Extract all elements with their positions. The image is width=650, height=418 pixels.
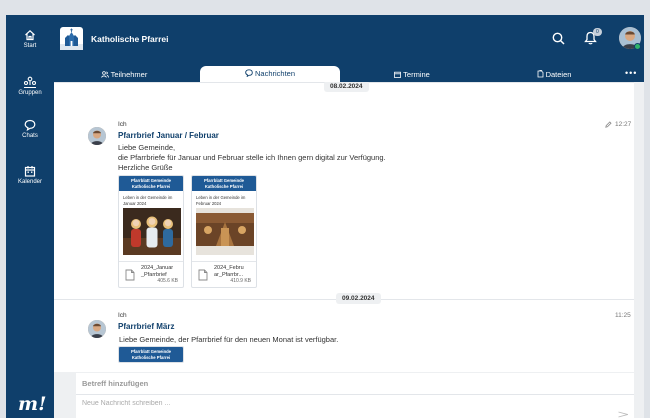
attachment-subtitle: Leben in der Gemeinde im Februar 2024 [196,195,246,206]
attachment-thumbnail [123,208,181,255]
page-title: Katholische Pfarrei [91,34,169,44]
attachment-footer: 2024_Januar _Pfarrbrief 405.6 KB [119,261,183,287]
search-icon[interactable] [552,32,565,45]
attachment-card[interactable]: Pfarrblatt Gemeinde Katholische Pfarrei … [191,175,257,288]
sidebar-item-label: Start [23,43,37,49]
message-input[interactable] [76,395,634,412]
group-avatar[interactable] [60,27,83,50]
sidebar-item-label: Kalender [17,179,43,185]
send-icon[interactable] [618,411,628,418]
tab-nachrichten[interactable]: Nachrichten [200,66,340,82]
attachment-size: 410.9 KB [230,278,251,284]
message-feed[interactable]: 08.02.2024 Ich Pfarrbrief Januar / Febru… [54,82,634,372]
attachment-card[interactable]: Pfarrblatt Gemeinde Katholische Pfarrei [118,346,184,363]
attachment-filename: 2024_Januar _Pfarrbrief [141,265,174,278]
attachment-card[interactable]: Pfarrblatt Gemeinde Katholische Pfarrei … [118,175,184,288]
header: Katholische Pfarrei 0 [54,15,644,65]
online-status-indicator [634,43,641,50]
pencil-icon[interactable] [605,121,612,128]
chat-icon [24,119,36,131]
message-avatar[interactable] [88,320,106,338]
sidebar-item-chats[interactable]: Chats [6,119,54,139]
file-icon [125,269,135,281]
tab-label: Dateien [545,70,572,79]
attachment-filename: 2024_Febru ar_Pfarrbr... [214,265,244,278]
sidebar: Start Gruppen Chats Kalender m! [6,15,54,418]
more-options-icon[interactable]: ••• [625,68,637,78]
message-subject: Pfarrbrief März [118,322,175,331]
message-sender: Ich [118,121,127,128]
tab-dateien[interactable]: Dateien [484,67,624,82]
message-composer [76,373,634,418]
tab-bar: Teilnehmer Nachrichten Termine Dateien •… [54,65,644,82]
composer-toolbar [82,412,164,418]
date-chip: 08.02.2024 [324,82,369,92]
chat-bubble-icon [245,69,253,78]
tab-label: Termine [403,70,430,79]
message-body-line: die Pfarrbriefe für Januar und Februar s… [118,153,386,162]
tab-termine[interactable]: Termine [342,67,482,82]
sidebar-item-label: Chats [22,133,38,139]
attachment-header: Pfarrblatt Gemeinde Katholische Pfarrei [119,176,183,191]
attachment-thumbnail [196,208,254,255]
app-logo: m! [18,393,47,415]
attachment-header: Pfarrblatt Gemeinde Katholische Pfarrei [192,176,256,191]
user-photo-icon [88,320,106,338]
attachment-size: 405.6 KB [157,278,178,284]
message-time: 12:27 [615,121,632,128]
tab-label: Nachrichten [254,69,296,78]
message-avatar[interactable] [88,127,106,145]
message-body-line: Herzliche Grüße [118,163,173,172]
notification-badge: 0 [593,28,602,36]
calendar-icon [24,166,36,177]
church-icon [60,28,83,50]
home-icon [25,29,35,41]
tab-teilnehmer[interactable]: Teilnehmer [54,67,194,82]
calendar-icon [394,71,402,78]
message-time: 11:25 [615,312,631,319]
sidebar-item-label: Gruppen [18,90,42,96]
attachment-footer: 2024_Febru ar_Pfarrbr... 410.9 KB [192,261,256,287]
church-interior-image-icon [196,208,254,255]
message-subject: Pfarrbrief Januar / Februar [118,131,219,140]
date-chip: 09.02.2024 [336,293,381,304]
user-photo-icon [88,127,106,145]
tab-label: Teilnehmer [110,70,148,79]
sidebar-item-start[interactable]: Start [6,29,54,49]
groups-icon [23,76,37,88]
message-sender: Ich [118,312,127,319]
message-body-line: Liebe Gemeinde, der Pfarrbrief für den n… [119,335,339,344]
app-window: Start Gruppen Chats Kalender m! Katholis… [6,15,644,418]
nativity-image-icon [123,208,181,255]
attachment-subtitle: Leben in der Gemeinde im Januar 2024 [123,195,173,206]
file-icon [198,269,208,281]
feed-scrollbar[interactable] [634,82,644,372]
attachment-header: Pfarrblatt Gemeinde Katholische Pfarrei [119,347,183,362]
subject-input[interactable] [76,373,634,395]
sidebar-item-kalender[interactable]: Kalender [6,165,54,185]
files-icon [537,70,543,78]
people-icon [100,71,109,78]
message-body-line: Liebe Gemeinde, [118,143,176,152]
sidebar-item-gruppen[interactable]: Gruppen [6,76,54,96]
